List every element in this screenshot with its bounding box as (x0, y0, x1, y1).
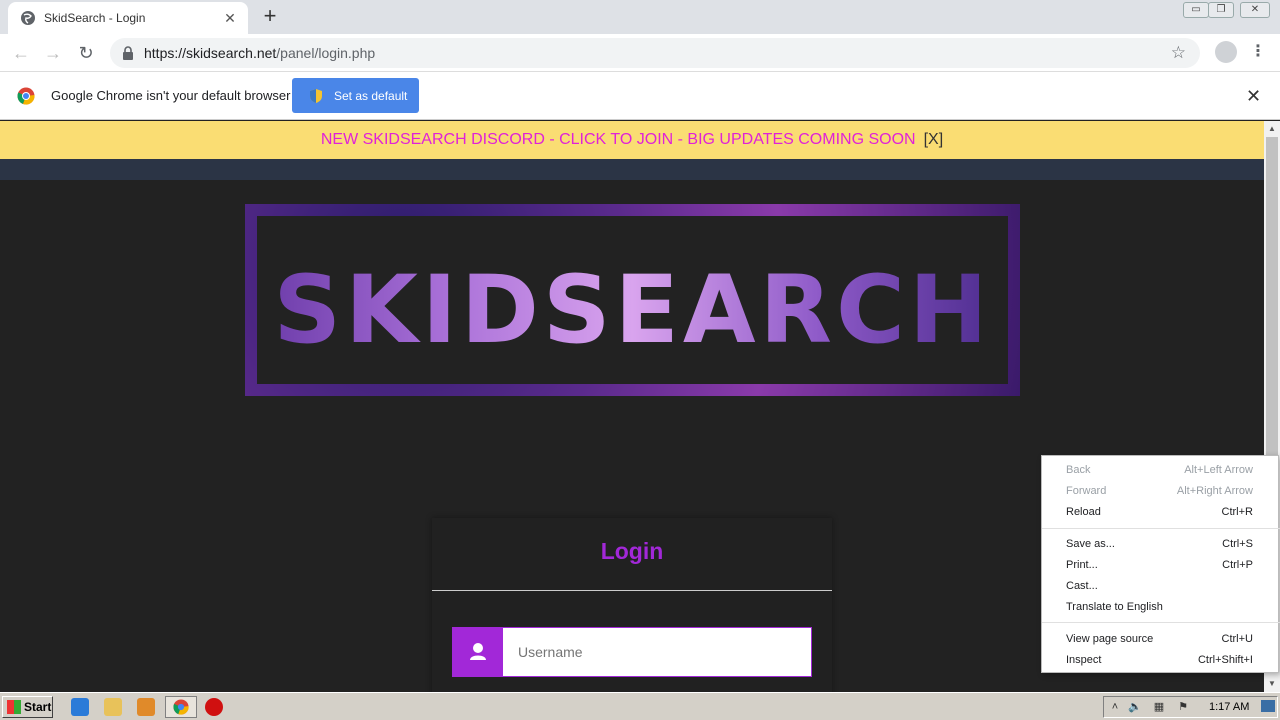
scroll-down-arrow-icon[interactable]: ▼ (1264, 676, 1280, 692)
context-menu: Back Alt+Left Arrow Forward Alt+Right Arro… (1041, 455, 1280, 673)
windows-taskbar: Start ˄ 🔈 ▦ ⚑ 1:17 AM (0, 692, 1280, 720)
menu-item-view-source[interactable]: View page source Ctrl+U (1042, 629, 1280, 650)
username-input[interactable] (503, 628, 811, 676)
file-explorer-icon[interactable] (104, 698, 122, 716)
bookmark-star-icon[interactable]: ☆ (1171, 43, 1186, 63)
menu-item-translate[interactable]: Translate to English (1042, 597, 1280, 618)
tab-close-icon[interactable]: ✕ (222, 10, 238, 27)
menu-item-label: Save as... (1066, 538, 1115, 550)
logo-frame: SKIDSEARCH (257, 216, 1008, 384)
menu-item-shortcut: Ctrl+S (1222, 538, 1253, 550)
maximize-button[interactable]: ❐ (1208, 2, 1234, 18)
address-bar[interactable]: https://skidsearch.net/panel/login.php ☆ (110, 38, 1200, 68)
menu-item-label: Print... (1066, 559, 1098, 571)
close-window-button[interactable]: ✕ (1240, 2, 1270, 18)
system-tray: ˄ 🔈 ▦ ⚑ (1103, 696, 1278, 718)
menu-item-reload[interactable]: Reload Ctrl+R (1042, 502, 1280, 523)
scrollbar-thumb[interactable] (1266, 137, 1278, 455)
menu-item-forward[interactable]: Forward Alt+Right Arrow (1042, 481, 1280, 502)
profile-avatar[interactable] (1215, 41, 1237, 63)
menu-item-shortcut: Ctrl+R (1221, 506, 1253, 518)
announcement-text[interactable]: NEW SKIDSEARCH DISCORD - CLICK TO JOIN -… (321, 131, 916, 148)
tab-strip: SkidSearch - Login ✕ + ▭ ❐ ✕ (0, 0, 1280, 34)
url-path: /panel/login.php (276, 45, 376, 61)
menu-item-shortcut: Alt+Left Arrow (1184, 464, 1253, 476)
windows-flag-icon (7, 700, 21, 714)
set-as-default-label: Set as default (334, 88, 408, 103)
menu-item-label: Cast... (1066, 580, 1098, 592)
url-text: https://skidsearch.net/panel/login.php (144, 45, 375, 61)
action-center-flag-icon[interactable]: ⚑ (1176, 700, 1190, 714)
start-label: Start (24, 700, 52, 714)
menu-item-label: Translate to English (1066, 601, 1163, 613)
menu-item-label: Back (1066, 464, 1091, 476)
media-player-icon[interactable] (137, 698, 155, 716)
menu-item-shortcut: Alt+Right Arrow (1176, 485, 1253, 497)
nav-strip (0, 159, 1264, 180)
username-row (452, 627, 812, 677)
chrome-logo-icon (17, 87, 35, 105)
browser-toolbar: ← → ↻ https://skidsearch.net/panel/login… (0, 34, 1280, 72)
start-button[interactable]: Start (2, 696, 53, 718)
menu-item-cast[interactable]: Cast... (1042, 576, 1280, 597)
menu-item-shortcut: Ctrl+U (1221, 633, 1253, 645)
scroll-up-arrow-icon[interactable]: ▲ (1264, 121, 1280, 137)
minimize-button[interactable]: ▭ (1183, 2, 1209, 18)
infobar-close-icon[interactable]: ✕ (1246, 86, 1261, 107)
menu-separator (1042, 528, 1280, 529)
login-title: Login (600, 538, 664, 564)
taskbar-clock: 1:17 AM (1209, 701, 1250, 713)
menu-item-shortcut: Ctrl+Shift+I (1197, 654, 1253, 666)
volume-icon[interactable]: 🔈 (1128, 700, 1142, 714)
network-icon[interactable]: ▦ (1152, 700, 1166, 714)
user-icon (453, 628, 503, 676)
menu-item-print[interactable]: Print... Ctrl+P (1042, 555, 1280, 576)
stop-icon[interactable] (205, 698, 223, 716)
tray-expand-icon[interactable]: ˄ (1108, 700, 1122, 714)
logo-text: SKIDSEARCH (257, 256, 1008, 365)
tab-title: SkidSearch - Login (44, 11, 146, 25)
menu-item-back[interactable]: Back Alt+Left Arrow (1042, 460, 1280, 481)
login-divider (432, 590, 832, 591)
menu-item-label: Inspect (1066, 654, 1102, 666)
reload-button[interactable]: ↻ (73, 40, 99, 66)
new-tab-button[interactable]: + (258, 4, 282, 28)
lock-icon (123, 46, 133, 60)
globe-icon (21, 11, 35, 25)
site-logo: SKIDSEARCH (245, 204, 1020, 396)
menu-item-shortcut: Ctrl+P (1222, 559, 1253, 571)
show-desktop-icon[interactable] (1261, 700, 1275, 712)
tab-active[interactable]: SkidSearch - Login ✕ (8, 2, 248, 34)
shield-icon (310, 88, 322, 103)
default-browser-infobar: Google Chrome isn't your default browser… (0, 72, 1280, 120)
forward-button[interactable]: → (40, 40, 66, 66)
chrome-menu-icon[interactable]: ⋮ (1250, 40, 1266, 64)
internet-explorer-icon[interactable] (71, 698, 89, 716)
menu-separator (1042, 622, 1280, 623)
login-panel: Login (432, 518, 832, 692)
menu-item-save-as[interactable]: Save as... Ctrl+S (1042, 534, 1280, 555)
menu-item-label: View page source (1066, 633, 1154, 645)
infobar-message: Google Chrome isn't your default browser (51, 88, 291, 103)
menu-item-label: Forward (1066, 485, 1107, 497)
announcement-close[interactable]: [X] (924, 131, 944, 148)
menu-item-label: Reload (1066, 506, 1101, 518)
url-base: https://skidsearch.net (144, 45, 277, 61)
back-button[interactable]: ← (8, 40, 34, 66)
chrome-taskbar-button[interactable] (165, 696, 197, 718)
set-as-default-button[interactable]: Set as default (292, 78, 419, 113)
menu-item-inspect[interactable]: Inspect Ctrl+Shift+I (1042, 650, 1280, 671)
announcement-banner[interactable]: NEW SKIDSEARCH DISCORD - CLICK TO JOIN -… (0, 121, 1264, 159)
chrome-icon (173, 699, 189, 715)
